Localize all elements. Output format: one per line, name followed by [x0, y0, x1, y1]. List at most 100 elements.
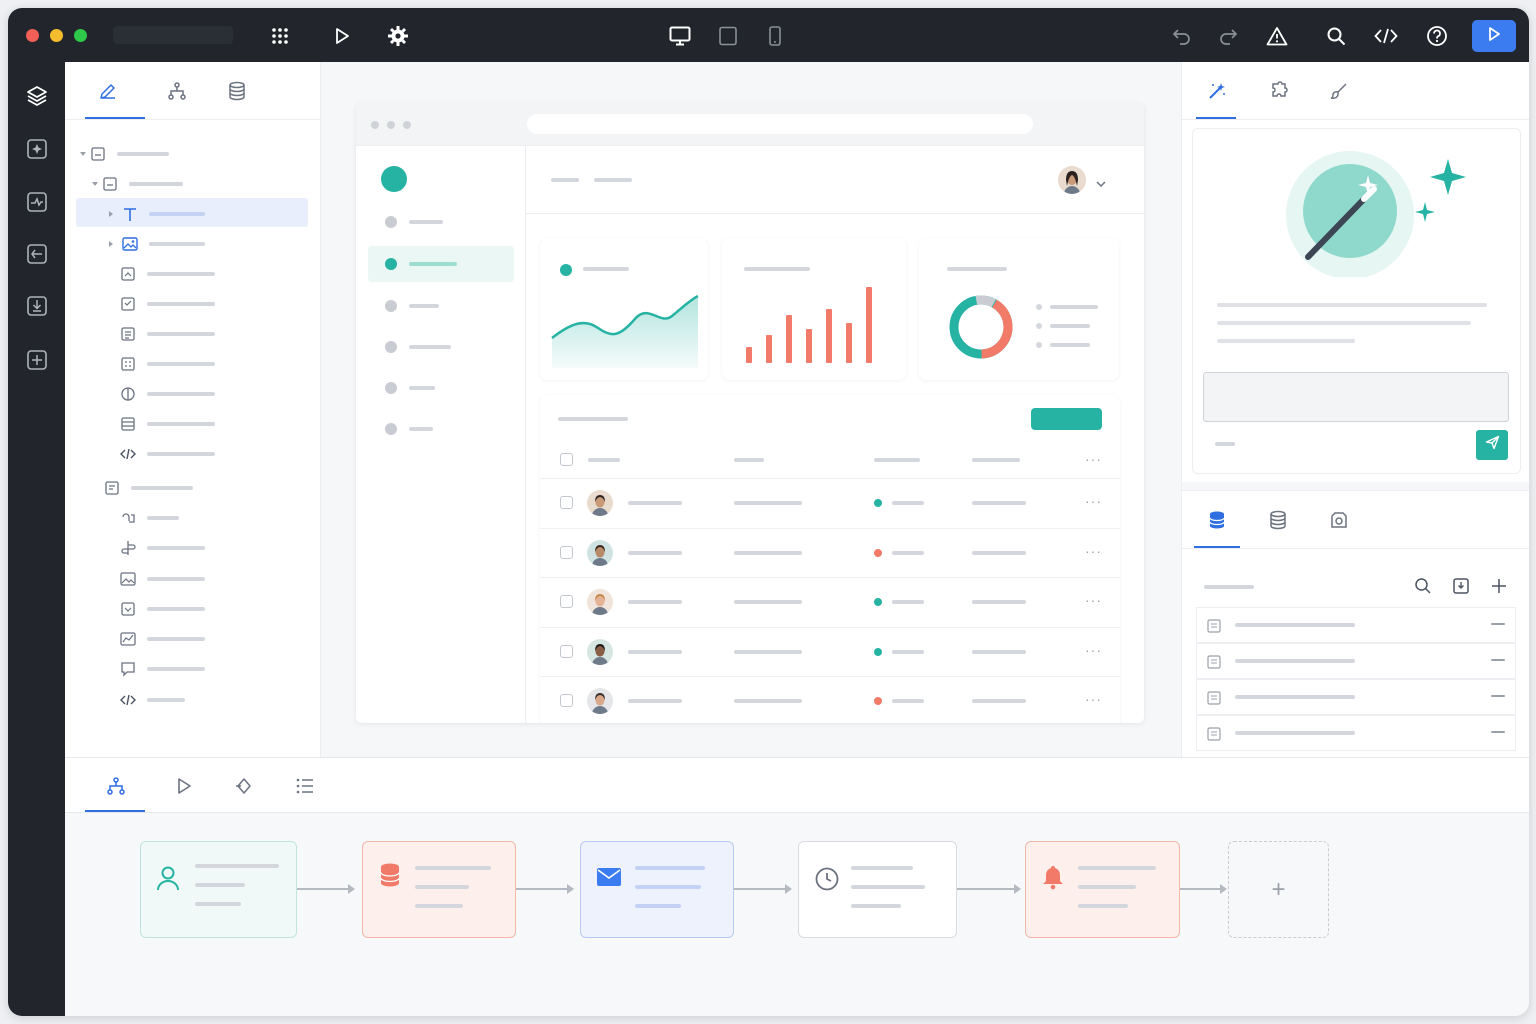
table-row[interactable]: ···	[540, 478, 1120, 527]
table-row[interactable]: ···	[540, 577, 1120, 626]
tree-item[interactable]	[119, 655, 205, 683]
database-stack-icon[interactable]	[1265, 507, 1291, 533]
tree-item[interactable]	[79, 140, 169, 168]
caret-right-icon[interactable]	[107, 235, 121, 253]
tree-item[interactable]	[119, 410, 215, 438]
list-icon[interactable]	[292, 773, 318, 799]
data-source-row[interactable]	[1196, 715, 1516, 751]
mock-nav-item[interactable]	[368, 329, 514, 365]
tree-item[interactable]	[107, 200, 205, 228]
import-icon[interactable]	[1452, 577, 1470, 600]
collapse-icon[interactable]	[1491, 695, 1505, 697]
tree-item[interactable]	[119, 534, 205, 562]
minimize-window-dot[interactable]	[50, 29, 63, 42]
more-icon[interactable]: ···	[1085, 543, 1102, 559]
row-checkbox[interactable]	[560, 595, 573, 608]
select-all-checkbox[interactable]	[560, 453, 573, 466]
table-action-button[interactable]	[1031, 408, 1102, 430]
data-source-row[interactable]	[1196, 643, 1516, 679]
caret-right-icon[interactable]	[107, 205, 121, 223]
mock-nav-item[interactable]	[368, 288, 514, 324]
tree-item[interactable]	[119, 380, 215, 408]
mobile-icon[interactable]	[762, 23, 788, 49]
row-checkbox[interactable]	[560, 545, 573, 559]
tree-item[interactable]	[119, 260, 215, 288]
ai-prompt-input[interactable]	[1203, 372, 1509, 422]
close-window-dot[interactable]	[26, 29, 39, 42]
tree-item[interactable]	[119, 625, 205, 653]
search-icon[interactable]	[1414, 577, 1432, 600]
add-node-button[interactable]: +	[1228, 841, 1329, 938]
add-icon[interactable]	[1490, 577, 1508, 600]
page-icon[interactable]	[24, 189, 50, 215]
collapse-icon[interactable]	[1491, 659, 1505, 661]
data-source-row[interactable]	[1196, 607, 1516, 643]
data-source-row[interactable]	[1196, 679, 1516, 715]
apps-grid-icon[interactable]	[267, 23, 293, 49]
settings-gear-icon[interactable]	[385, 23, 411, 49]
tree-item[interactable]	[91, 170, 183, 198]
undo-icon[interactable]	[1169, 23, 1195, 49]
mock-nav-item[interactable]	[368, 370, 514, 406]
tree-item[interactable]	[119, 595, 205, 623]
magic-wand-icon[interactable]	[1204, 78, 1230, 104]
send-button[interactable]	[1476, 430, 1508, 460]
collapse-icon[interactable]	[1491, 731, 1505, 733]
table-row[interactable]: ···	[540, 626, 1120, 676]
mock-nav-item[interactable]	[368, 204, 514, 240]
tree-item[interactable]	[119, 290, 215, 318]
more-icon[interactable]: ···	[1085, 691, 1102, 707]
module-icon[interactable]	[24, 241, 50, 267]
flow-node-user[interactable]	[140, 841, 297, 938]
search-icon[interactable]	[1323, 23, 1349, 49]
run-preview-button[interactable]	[1472, 20, 1516, 52]
more-icon[interactable]: ···	[1085, 451, 1102, 467]
flow-node-email[interactable]	[580, 841, 734, 938]
help-icon[interactable]	[1424, 23, 1450, 49]
tree-item[interactable]	[103, 474, 193, 502]
data-settings-icon[interactable]	[1326, 507, 1352, 533]
component-add-icon[interactable]	[24, 136, 50, 162]
tree-item[interactable]	[119, 440, 215, 468]
code-icon[interactable]	[1373, 23, 1399, 49]
brush-icon[interactable]	[1326, 78, 1352, 104]
row-checkbox[interactable]	[560, 694, 573, 707]
warning-icon[interactable]	[1264, 23, 1290, 49]
flow-node-database[interactable]	[362, 841, 516, 938]
more-icon[interactable]: ···	[1085, 642, 1102, 658]
edit-pencil-icon[interactable]	[95, 78, 121, 104]
widget-add-icon[interactable]	[24, 347, 50, 373]
caret-down-icon[interactable]	[91, 175, 101, 193]
desktop-icon[interactable]	[667, 23, 693, 49]
chevron-down-icon[interactable]	[1096, 175, 1106, 193]
database-icon[interactable]	[224, 78, 250, 104]
tree-item[interactable]	[119, 350, 215, 378]
more-icon[interactable]: ···	[1085, 493, 1102, 509]
collapse-icon[interactable]	[1491, 623, 1505, 625]
import-icon[interactable]	[24, 293, 50, 319]
tree-item[interactable]	[119, 320, 215, 348]
hierarchy-icon[interactable]	[164, 78, 190, 104]
row-checkbox[interactable]	[560, 496, 573, 509]
play-icon[interactable]	[171, 773, 197, 799]
tree-item[interactable]	[119, 504, 179, 532]
play-icon[interactable]	[329, 23, 355, 49]
database-icon[interactable]	[1204, 507, 1230, 533]
tablet-icon[interactable]	[715, 23, 741, 49]
mock-nav-item[interactable]	[368, 246, 514, 282]
layers-icon[interactable]	[24, 83, 50, 109]
mock-nav-item[interactable]	[368, 411, 514, 447]
flow-node-delay[interactable]	[798, 841, 957, 938]
puzzle-icon[interactable]	[1265, 78, 1291, 104]
row-checkbox[interactable]	[560, 644, 573, 658]
tree-item[interactable]	[107, 230, 205, 258]
trigger-icon[interactable]	[231, 773, 257, 799]
redo-icon[interactable]	[1215, 23, 1241, 49]
table-row[interactable]: ···	[540, 676, 1120, 723]
workflow-icon[interactable]	[103, 773, 129, 799]
avatar[interactable]	[1058, 166, 1086, 194]
flow-node-notification[interactable]	[1025, 841, 1180, 938]
tree-item[interactable]	[119, 686, 185, 714]
caret-down-icon[interactable]	[79, 145, 89, 163]
more-icon[interactable]: ···	[1085, 592, 1102, 608]
